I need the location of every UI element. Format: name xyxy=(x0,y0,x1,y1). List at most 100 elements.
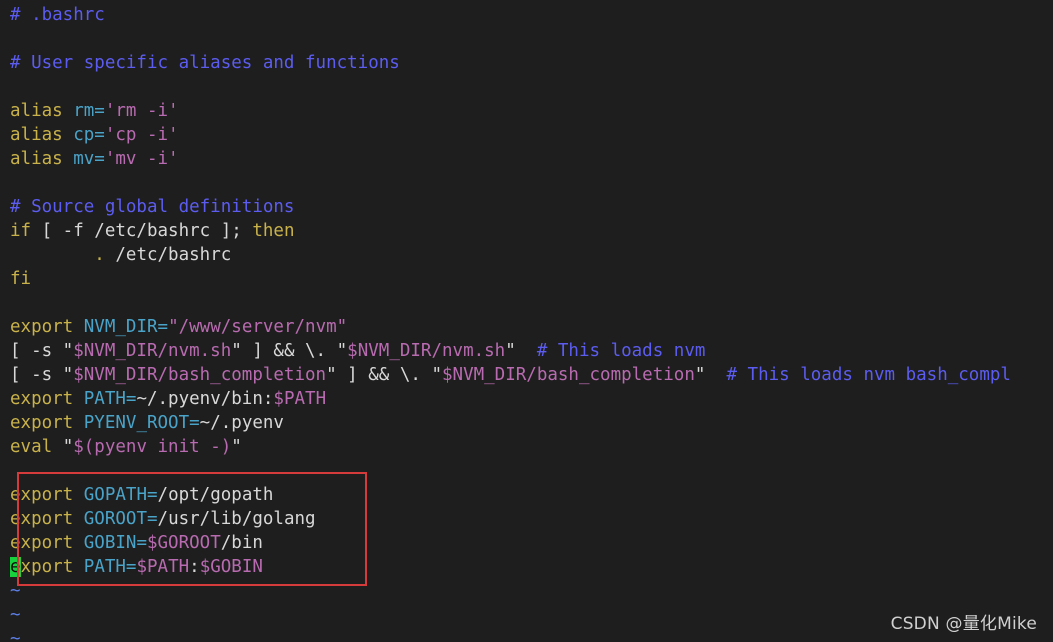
code-line[interactable]: export GOBIN=$GOROOT/bin xyxy=(10,531,1053,555)
code-token: " xyxy=(505,341,537,361)
code-line[interactable]: alias cp='cp -i' xyxy=(10,123,1053,147)
code-line[interactable]: export GOROOT=/usr/lib/golang xyxy=(10,507,1053,531)
code-token: $(pyenv init -) xyxy=(73,437,232,457)
code-token: $PATH xyxy=(136,557,190,577)
code-token: : xyxy=(189,557,200,577)
code-line[interactable]: alias mv='mv -i' xyxy=(10,147,1053,171)
code-token: cp= xyxy=(73,125,105,145)
code-token: alias xyxy=(10,101,63,121)
code-line[interactable]: # User specific aliases and functions xyxy=(10,51,1053,75)
code-line[interactable]: # Source global definitions xyxy=(10,195,1053,219)
code-token: PATH= xyxy=(83,557,137,577)
code-token: $PATH xyxy=(273,389,327,409)
code-token: /etc/bashrc xyxy=(104,245,232,265)
code-token: eval xyxy=(10,437,53,457)
code-token: /usr/lib/golang xyxy=(157,509,316,529)
empty-buffer-line[interactable]: ~ xyxy=(10,579,1053,603)
code-line[interactable] xyxy=(10,27,1053,51)
code-token: " xyxy=(694,365,727,385)
code-token: # This loads nvm xyxy=(536,341,706,361)
code-line[interactable]: if [ -f /etc/bashrc ]; then xyxy=(10,219,1053,243)
code-token: fi xyxy=(10,269,32,289)
code-token: mv= xyxy=(73,149,105,169)
code-token: export xyxy=(10,485,74,505)
vim-editor[interactable]: # .bashrc # User specific aliases and fu… xyxy=(10,3,1053,642)
code-token: GOBIN= xyxy=(83,533,147,553)
code-token: . xyxy=(94,245,105,265)
code-token: export xyxy=(10,413,74,433)
code-token: /opt/gopath xyxy=(157,485,274,505)
code-token: [ -s " xyxy=(10,365,74,385)
text-cursor: e xyxy=(10,557,21,577)
code-line[interactable]: alias rm='rm -i' xyxy=(10,99,1053,123)
code-token: export xyxy=(10,389,74,409)
code-line[interactable] xyxy=(10,171,1053,195)
code-token: GOPATH= xyxy=(83,485,158,505)
code-token: $GOROOT xyxy=(146,533,221,553)
code-line[interactable]: [ -s "$NVM_DIR/bash_completion" ] && \. … xyxy=(10,363,1053,387)
code-token: $NVM_DIR/bash_completion xyxy=(73,365,327,385)
code-token: # .bashrc xyxy=(10,5,105,25)
code-token: PYENV_ROOT= xyxy=(83,413,200,433)
code-token: /bin xyxy=(220,533,263,553)
code-line[interactable] xyxy=(10,291,1053,315)
code-token: alias xyxy=(10,149,63,169)
code-line[interactable]: export NVM_DIR="/www/server/nvm" xyxy=(10,315,1053,339)
code-line[interactable]: export GOPATH=/opt/gopath xyxy=(10,483,1053,507)
code-token: ~/.pyenv/bin: xyxy=(136,389,274,409)
code-token: " ] && \. " xyxy=(231,341,348,361)
watermark: CSDN @量化Mike xyxy=(890,614,1037,634)
code-token: " xyxy=(231,437,242,457)
code-token: export xyxy=(10,509,74,529)
code-token: [ -f /etc/bashrc ]; xyxy=(31,221,253,241)
code-line[interactable] xyxy=(10,75,1053,99)
code-line[interactable]: export PATH=$PATH:$GOBIN xyxy=(10,555,1053,579)
code-token: PATH= xyxy=(83,389,137,409)
code-token: export xyxy=(10,317,74,337)
tilde-marker: ~ xyxy=(10,629,21,642)
code-token: 'rm -i' xyxy=(104,101,179,121)
code-token: # This loads nvm bash_compl xyxy=(726,365,1011,385)
code-token: then xyxy=(252,221,295,241)
code-token: export xyxy=(10,533,74,553)
code-token: xport xyxy=(20,557,74,577)
code-token: # Source global definitions xyxy=(10,197,295,217)
code-token: ~/.pyenv xyxy=(199,413,284,433)
code-line[interactable]: [ -s "$NVM_DIR/nvm.sh" ] && \. "$NVM_DIR… xyxy=(10,339,1053,363)
code-token: $NVM_DIR/bash_completion xyxy=(442,365,695,385)
code-line[interactable]: export PYENV_ROOT=~/.pyenv xyxy=(10,411,1053,435)
code-token: $GOBIN xyxy=(199,557,263,577)
code-token: $NVM_DIR/nvm.sh xyxy=(73,341,232,361)
code-token: "/www/server/nvm" xyxy=(168,317,348,337)
code-token: alias xyxy=(10,125,63,145)
code-token: $NVM_DIR/nvm.sh xyxy=(347,341,506,361)
code-token: 'cp -i' xyxy=(104,125,179,145)
code-line[interactable]: eval "$(pyenv init -)" xyxy=(10,435,1053,459)
code-token: " ] && \. " xyxy=(326,365,442,385)
code-token: rm= xyxy=(73,101,105,121)
code-line[interactable]: # .bashrc xyxy=(10,3,1053,27)
code-token: " xyxy=(52,437,74,457)
code-line[interactable] xyxy=(10,459,1053,483)
code-line[interactable]: export PATH=~/.pyenv/bin:$PATH xyxy=(10,387,1053,411)
code-token: if xyxy=(10,221,32,241)
tilde-marker: ~ xyxy=(10,605,21,625)
code-token: 'mv -i' xyxy=(104,149,179,169)
code-token: NVM_DIR= xyxy=(83,317,169,337)
code-line[interactable]: . /etc/bashrc xyxy=(10,243,1053,267)
code-token: # User specific aliases and functions xyxy=(10,53,400,73)
code-token: [ -s " xyxy=(10,341,74,361)
code-line[interactable]: fi xyxy=(10,267,1053,291)
tilde-marker: ~ xyxy=(10,581,21,601)
